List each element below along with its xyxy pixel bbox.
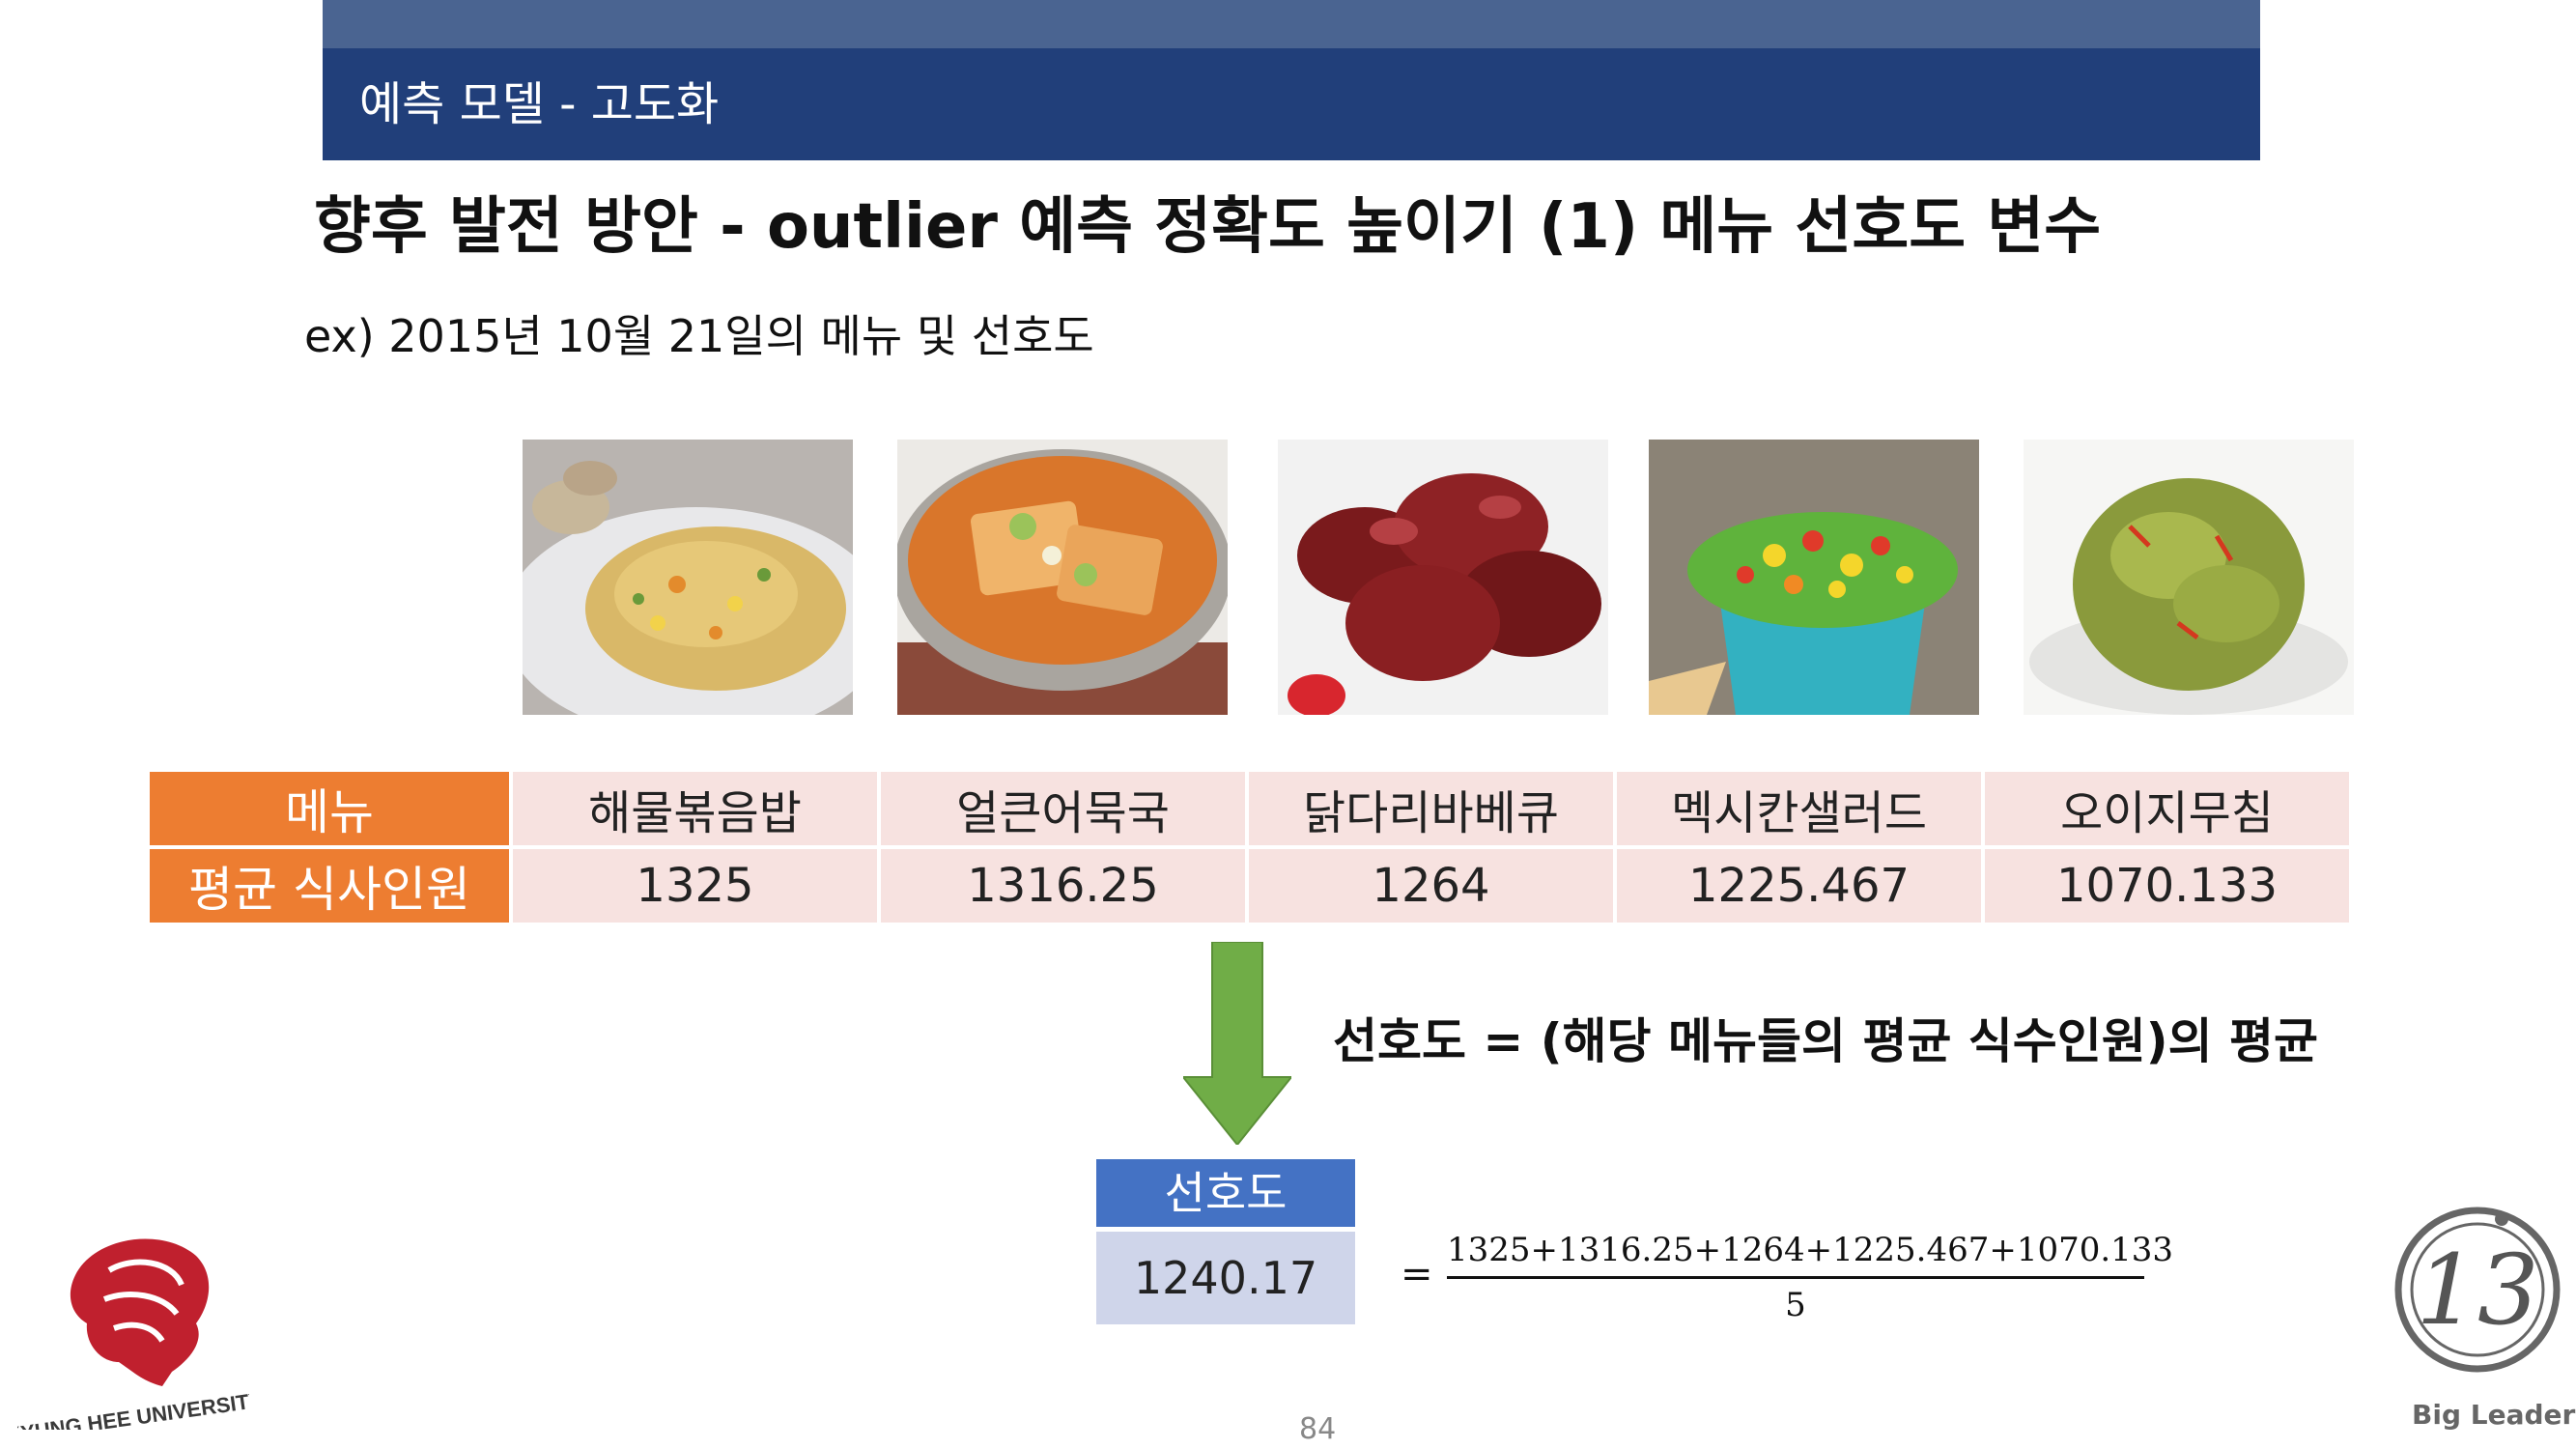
section-title: 예측 모델 - 고도화 — [359, 77, 720, 131]
mexican-salad-photo — [1649, 440, 1979, 715]
brand-name: Big Leader — [2412, 1399, 2576, 1431]
menu-cell: 멕시칸샐러드 — [1617, 772, 1981, 845]
menu-table: 메뉴 해물볶음밥 얼큰어묵국 닭다리바베큐 멕시칸샐러드 오이지무침 평균 식사… — [146, 768, 2353, 926]
equals-sign: = — [1401, 1252, 1433, 1296]
big-leader-logo: 13 — [2394, 1207, 2561, 1373]
header-top-strip — [323, 0, 2260, 48]
university-name: KYUNG HEE UNIVERSITY — [17, 1387, 249, 1430]
fraction-bar — [1447, 1276, 2144, 1279]
menu-cell: 얼큰어묵국 — [881, 772, 1245, 845]
preference-value: 1240.17 — [1096, 1232, 1355, 1324]
table-row: 평균 식사인원 1325 1316.25 1264 1225.467 1070.… — [150, 849, 2349, 923]
khu-lion-logo: KYUNG HEE UNIVERSITY — [17, 1238, 249, 1430]
avg-diners-cell: 1316.25 — [881, 849, 1245, 923]
fraction-denominator: 5 — [1785, 1286, 1806, 1324]
avg-diners-cell: 1325 — [513, 849, 877, 923]
avg-diners-cell: 1225.467 — [1617, 849, 1981, 923]
bbq-drumstick-photo — [1278, 440, 1608, 715]
avg-diners-cell: 1264 — [1249, 849, 1613, 923]
down-arrow-icon — [1183, 942, 1291, 1145]
fraction-numerator: 1325+1316.25+1264+1225.467+1070.133 — [1447, 1231, 2174, 1269]
fishcake-soup-photo — [897, 440, 1228, 715]
slide-subtitle: ex) 2015년 10월 21일의 메뉴 및 선호도 — [304, 310, 1094, 362]
table-row: 메뉴 해물볶음밥 얼큰어묵국 닭다리바베큐 멕시칸샐러드 오이지무침 — [150, 772, 2349, 845]
svg-text:13: 13 — [2416, 1234, 2538, 1347]
menu-cell: 해물볶음밥 — [513, 772, 877, 845]
preference-label: 선호도 — [1096, 1159, 1355, 1227]
menu-row-header: 메뉴 — [150, 772, 509, 845]
preference-definition: 선호도 = (해당 메뉴들의 평균 식수인원)의 평균 — [1333, 1013, 2319, 1069]
menu-cell: 오이지무침 — [1985, 772, 2349, 845]
avg-diners-row-header: 평균 식사인원 — [150, 849, 509, 923]
pickled-cucumber-photo — [2024, 440, 2354, 715]
fried-rice-photo — [523, 440, 853, 715]
avg-diners-cell: 1070.133 — [1985, 849, 2349, 923]
slide-title: 향후 발전 방안 - outlier 예측 정확도 높이기 (1) 메뉴 선호도… — [314, 191, 2102, 263]
menu-cell: 닭다리바베큐 — [1249, 772, 1613, 845]
page-number: 84 — [1299, 1412, 1337, 1446]
